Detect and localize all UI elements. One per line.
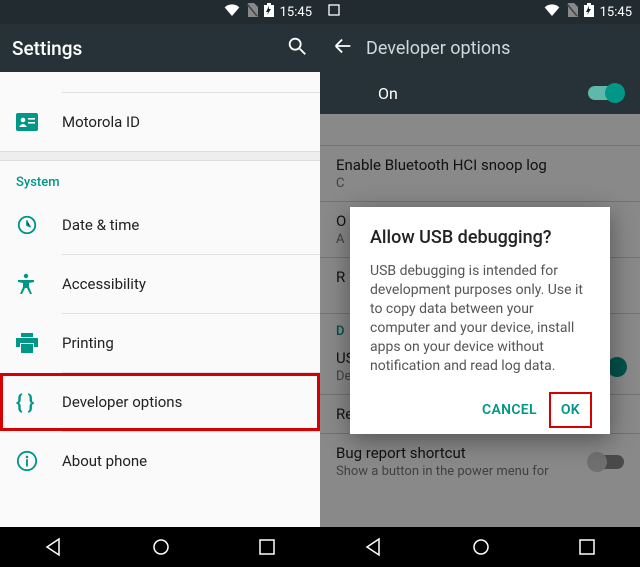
screenshot-icon [328,4,340,20]
dialog-title: Allow USB debugging? [370,227,590,248]
status-time: 15:45 [280,5,312,20]
app-bar: Settings [0,24,320,72]
status-bar: 15:45 [0,0,320,24]
item-label: Date & time [62,216,139,234]
no-sim-icon [246,3,258,21]
dialog-body: USB debugging is intended for developmen… [370,262,590,375]
app-bar: Developer options [320,24,640,72]
settings-list[interactable]: Motorola ID System Date & time Accessibi… [0,72,320,527]
back-arrow-icon[interactable] [332,35,354,62]
battery-charging-icon [264,3,274,21]
nav-home-icon[interactable] [151,537,171,557]
cancel-button[interactable]: CANCEL [472,394,547,426]
no-sim-icon [566,3,578,21]
master-toggle-row[interactable]: On [320,72,640,114]
modal-scrim[interactable]: Allow USB debugging? USB debugging is in… [320,114,640,527]
ok-button[interactable]: OK [551,394,590,426]
toggle-switch-icon[interactable] [588,86,622,100]
item-label: Accessibility [62,275,146,293]
nav-bar [0,527,320,567]
wifi-icon [544,4,560,20]
status-time: 15:45 [600,5,632,20]
status-bar: 15:45 [320,0,640,24]
item-date-time[interactable]: Date & time [0,196,320,254]
search-icon[interactable] [286,35,308,62]
braces-icon: { } [16,390,62,414]
item-label: Printing [62,334,114,352]
phone-left-settings: 15:45 Settings Motorola ID System [0,0,320,567]
nav-back-icon[interactable] [44,537,64,557]
developer-options-list[interactable]: Enable Bluetooth HCI snoop log C O A R D… [320,114,640,527]
nav-bar [320,527,640,567]
item-accessibility[interactable]: Accessibility [0,255,320,313]
section-header-system: System [0,161,320,196]
clock-icon [16,214,62,236]
page-title: Settings [12,37,286,60]
nav-recents-icon[interactable] [578,538,596,556]
nav-recents-icon[interactable] [258,538,276,556]
dialog-actions: CANCEL OK [370,394,590,426]
wifi-icon [224,4,240,20]
nav-home-icon[interactable] [471,537,491,557]
usb-debugging-dialog: Allow USB debugging? USB debugging is in… [350,207,610,433]
item-developer-options[interactable]: { } Developer options [0,373,320,431]
item-about-phone[interactable]: About phone [0,432,320,490]
printer-icon [16,333,62,353]
item-printing[interactable]: Printing [0,314,320,372]
phone-right-developer-options: 15:45 Developer options On Enable Blueto… [320,0,640,567]
page-title: Developer options [366,38,510,59]
item-label: About phone [62,452,147,470]
accessibility-icon [16,273,62,295]
id-card-icon [16,113,62,131]
dual-screenshot: 15:45 Settings Motorola ID System [0,0,640,567]
item-motorola-id[interactable]: Motorola ID [0,93,320,151]
item-label: Motorola ID [62,113,140,131]
info-icon [16,450,62,472]
toggle-label: On [378,84,398,103]
item-label: Developer options [62,393,182,411]
nav-back-icon[interactable] [364,537,384,557]
battery-charging-icon [584,3,594,21]
